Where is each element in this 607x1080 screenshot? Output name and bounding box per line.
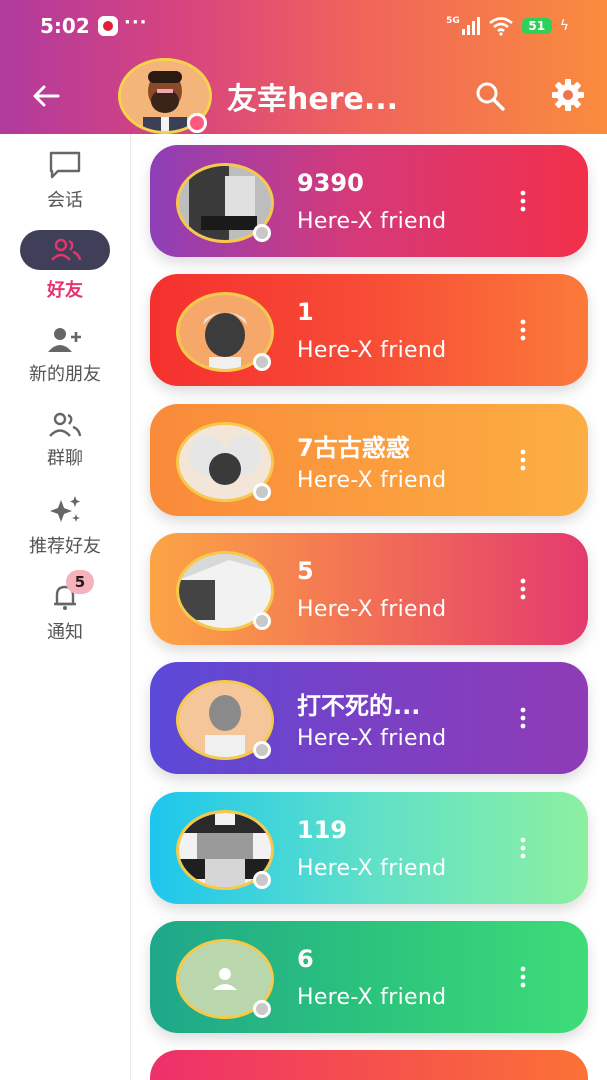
group-icon: [49, 412, 82, 437]
friend-subtitle: Here-X friend: [297, 597, 447, 622]
friend-card[interactable]: 打不死的... Here-X friend: [150, 662, 588, 774]
status-indicators: 5G 51 ϟ: [446, 16, 569, 36]
battery-icon: 51: [521, 18, 552, 34]
friend-card[interactable]: 119 Here-X friend: [150, 792, 588, 904]
more-vertical-icon[interactable]: [514, 965, 532, 989]
friend-card[interactable]: 9390 Here-X friend: [150, 145, 588, 257]
status-bar: 5:02 ··· 5G 51 ϟ: [0, 0, 607, 54]
friend-card[interactable]: 5 Here-X friend: [150, 533, 588, 645]
notification-app-icon: [98, 16, 118, 36]
search-icon[interactable]: [473, 79, 507, 113]
friend-card[interactable]: [150, 1050, 588, 1080]
more-vertical-icon[interactable]: [514, 189, 532, 213]
friend-subtitle: Here-X friend: [297, 985, 447, 1010]
friend-subtitle: Here-X friend: [297, 209, 447, 234]
friend-subtitle: Here-X friend: [297, 726, 447, 751]
sidebar-item-recommended[interactable]: 推荐好友: [0, 494, 130, 558]
friend-name: 1: [297, 298, 314, 326]
status-dot: [253, 483, 271, 501]
sidebar-nav: 会话 好友 新的朋友 群聊 推荐好友 5 通知: [0, 134, 131, 1080]
sidebar-item-label: 通知: [47, 622, 83, 643]
more-vertical-icon[interactable]: [514, 318, 532, 342]
status-dot: [253, 1000, 271, 1018]
sidebar-item-label: 推荐好友: [29, 536, 101, 557]
status-dot: [253, 741, 271, 759]
more-vertical-icon[interactable]: [514, 836, 532, 860]
network-type-label: 5G: [446, 16, 460, 26]
chat-bubble-icon: [49, 151, 81, 179]
friend-subtitle: Here-X friend: [297, 338, 447, 363]
friend-subtitle: Here-X friend: [297, 856, 447, 881]
back-arrow-icon[interactable]: [28, 78, 64, 114]
friend-card[interactable]: 7古古惑惑 Here-X friend: [150, 404, 588, 516]
status-dot: [253, 224, 271, 242]
status-dot: [253, 612, 271, 630]
sidebar-item-chats[interactable]: 会话: [0, 150, 130, 212]
friend-subtitle: Here-X friend: [297, 468, 447, 493]
sidebar-item-groups[interactable]: 群聊: [0, 412, 130, 470]
sidebar-item-label: 新的朋友: [29, 364, 101, 385]
sparkle-icon: [50, 496, 80, 522]
sidebar-item-label: 群聊: [47, 448, 83, 469]
more-vertical-icon[interactable]: [514, 706, 532, 730]
status-dot: [253, 353, 271, 371]
friend-name: 5: [297, 557, 314, 585]
signal-icon: [461, 17, 480, 35]
sidebar-item-friends[interactable]: 好友: [0, 230, 130, 302]
friend-name: 9390: [297, 169, 364, 197]
app-header: 5:02 ··· 5G 51 ϟ 友幸here...: [0, 0, 607, 134]
wifi-icon: [488, 17, 513, 36]
friend-name: 7古古惑惑: [297, 434, 410, 462]
sidebar-item-notifications[interactable]: 5 通知: [0, 570, 130, 644]
gear-icon[interactable]: [550, 77, 586, 113]
online-status-dot: [187, 113, 207, 133]
sidebar-item-label: 好友: [47, 280, 83, 301]
friend-card[interactable]: 6 Here-X friend: [150, 921, 588, 1033]
friend-name: 119: [297, 816, 348, 844]
status-more-dots: ···: [124, 12, 148, 33]
sidebar-item-label: 会话: [47, 190, 83, 211]
notification-count-badge: 5: [66, 570, 94, 594]
friend-card[interactable]: 1 Here-X friend: [150, 274, 588, 386]
add-person-icon: [48, 328, 81, 352]
sidebar-item-new-friends[interactable]: 新的朋友: [0, 326, 130, 386]
status-time: 5:02: [40, 14, 90, 38]
page-title: 友幸here...: [227, 82, 399, 117]
charging-icon: ϟ: [559, 18, 569, 34]
more-vertical-icon[interactable]: [514, 577, 532, 601]
status-dot: [253, 871, 271, 889]
more-vertical-icon[interactable]: [514, 448, 532, 472]
friend-name: 打不死的...: [297, 692, 421, 720]
friend-name: 6: [297, 945, 314, 973]
friends-icon: [51, 238, 82, 261]
active-indicator: [20, 230, 110, 270]
